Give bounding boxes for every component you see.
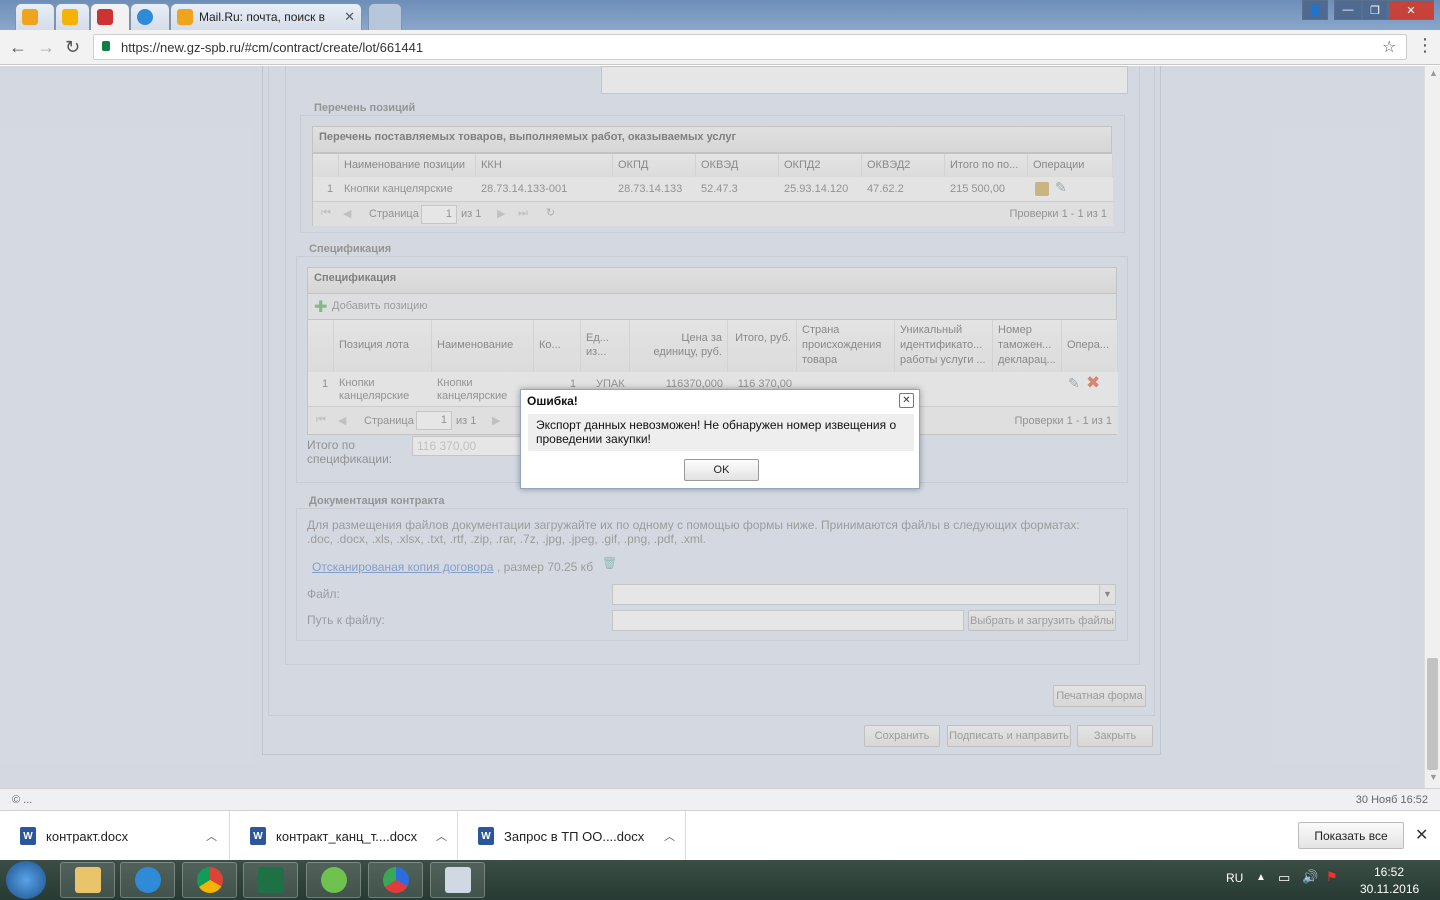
show-all-button[interactable]: Показать все <box>1298 822 1404 849</box>
mail-agent-icon <box>22 9 38 25</box>
address-bar: ← → ↻ https://new.gz-spb.ru/#cm/contract… <box>0 30 1440 65</box>
browser-tabstrip: Mail.Ru: почта, поиск в ✕ 👤 — ❐ ✕ <box>0 0 1440 30</box>
explorer-icon[interactable] <box>60 862 115 898</box>
app-icon[interactable] <box>368 862 423 898</box>
new-tab-button[interactable] <box>368 3 402 30</box>
ok-button[interactable]: OK <box>684 459 759 481</box>
error-dialog: Ошибка! ✕ Экспорт данных невозможен! Не … <box>520 389 920 489</box>
star-icon[interactable]: ☆ <box>1382 37 1396 57</box>
dialog-title: Ошибка! <box>527 394 578 408</box>
word-icon: W <box>250 827 266 845</box>
tab-mail-inbox[interactable] <box>55 3 90 30</box>
download-item[interactable]: W контракт.docx ︿ <box>0 811 230 861</box>
download-item[interactable]: W контракт_канц_т....docx ︿ <box>230 811 458 861</box>
close-window-button[interactable]: ✕ <box>1388 0 1434 20</box>
clock-time[interactable]: 16:52 <box>1374 865 1404 879</box>
tray-arrow-icon[interactable]: ▲ <box>1256 872 1266 883</box>
chrome-icon[interactable] <box>182 862 237 898</box>
scroll-down-icon[interactable]: ▼ <box>1429 772 1438 782</box>
calculator-icon[interactable] <box>430 862 485 898</box>
excel-icon[interactable] <box>243 862 298 898</box>
tab-mailru[interactable]: Mail.Ru: почта, поиск в ✕ <box>170 3 362 30</box>
ie-icon[interactable] <box>120 862 175 898</box>
download-label: контракт.docx <box>46 828 129 844</box>
download-label: контракт_канц_т....docx <box>276 828 418 844</box>
tab-title: Mail.Ru: почта, поиск в <box>199 10 326 24</box>
tab-mail-agent[interactable] <box>15 3 55 30</box>
dialog-message: Экспорт данных невозможен! Не обнаружен … <box>528 414 914 451</box>
clock-date[interactable]: 30.11.2016 <box>1360 882 1419 896</box>
status-right: 30 Нояб 16:52 <box>1355 794 1428 806</box>
download-label: Запрос в ТП ОО....docx <box>504 828 645 844</box>
language-indicator[interactable]: RU <box>1226 871 1243 885</box>
minimize-button[interactable]: — <box>1334 0 1362 20</box>
reload-icon[interactable]: ↻ <box>65 37 80 58</box>
status-bar: © ... 30 Нояб 16:52 <box>0 788 1440 810</box>
chevron-up-icon[interactable]: ︿ <box>206 828 217 844</box>
lock-icon <box>102 41 110 51</box>
scroll-thumb[interactable] <box>1427 658 1438 770</box>
url-text: https://new.gz-spb.ru/#cm/contract/creat… <box>121 40 424 55</box>
taskbar: RU ▲ ▭ 🔊 ⚑ 16:52 30.11.2016 <box>0 860 1440 900</box>
word-icon: W <box>478 827 494 845</box>
envelope-icon <box>62 9 78 25</box>
url-field[interactable]: https://new.gz-spb.ru/#cm/contract/creat… <box>93 34 1407 60</box>
back-icon[interactable]: ← <box>9 37 27 58</box>
globe-icon <box>137 9 153 25</box>
network-icon[interactable]: ▭ <box>1278 870 1290 886</box>
close-icon[interactable]: ✕ <box>1415 825 1428 845</box>
chevron-up-icon[interactable]: ︿ <box>436 828 447 844</box>
volume-icon[interactable]: 🔊 <box>1302 869 1318 885</box>
scroll-up-icon[interactable]: ▲ <box>1429 68 1438 78</box>
forward-icon[interactable]: → <box>37 37 55 58</box>
close-icon[interactable]: ✕ <box>344 9 355 25</box>
messenger-icon[interactable] <box>306 862 361 898</box>
flag-icon[interactable]: ⚑ <box>1326 869 1338 885</box>
user-icon[interactable]: 👤 <box>1302 0 1328 20</box>
chevron-up-icon[interactable]: ︿ <box>664 828 675 844</box>
download-item[interactable]: W Запрос в ТП ОО....docx ︿ <box>458 811 686 861</box>
close-icon[interactable]: ✕ <box>899 393 914 408</box>
status-left: © ... <box>12 794 33 806</box>
menu-icon[interactable]: ⋮ <box>1416 35 1434 56</box>
hammer-icon <box>97 9 113 25</box>
mailru-icon <box>177 9 193 25</box>
tab-gz-spb[interactable] <box>90 3 130 30</box>
page-scrollbar[interactable]: ▲ ▼ <box>1424 66 1440 788</box>
word-icon: W <box>20 827 36 845</box>
start-button[interactable] <box>6 861 46 899</box>
maximize-button[interactable]: ❐ <box>1362 0 1388 20</box>
tab-ie[interactable] <box>130 3 170 30</box>
download-bar: W контракт.docx ︿ W контракт_канц_т....d… <box>0 810 1440 861</box>
